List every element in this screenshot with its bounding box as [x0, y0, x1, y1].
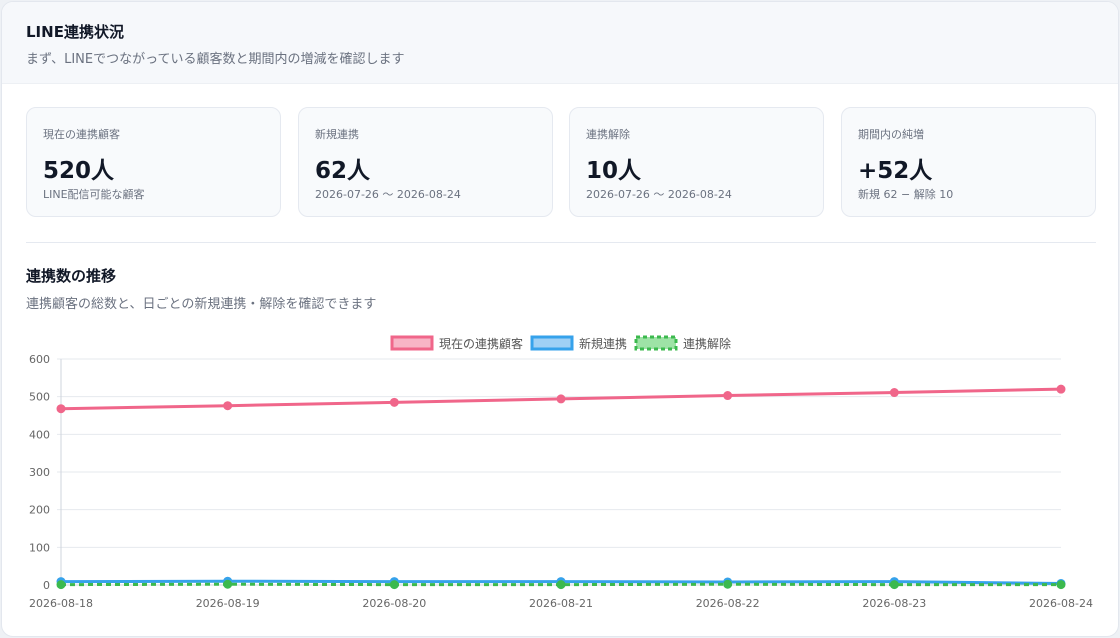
data-point[interactable]: [1056, 384, 1066, 394]
data-point[interactable]: [723, 391, 733, 401]
data-point[interactable]: [223, 579, 233, 589]
stats-row: 現在の連携顧客 520人 LINE配信可能な顧客 新規連携 62人 2026-0…: [26, 107, 1096, 217]
stat-value: 10人: [586, 158, 642, 184]
section-subtitle: 連携顧客の総数と、日ごとの新規連携・解除を確認できます: [26, 297, 377, 312]
y-tick-label: 400: [29, 428, 50, 441]
legend-swatch[interactable]: [634, 335, 678, 351]
stat-label: 連携解除: [586, 128, 630, 141]
stat-sub: 2026-07-26 〜 2026-08-24: [315, 188, 461, 201]
x-tick-label: 2026-08-21: [529, 597, 593, 610]
stat-card-net: 期間内の純増 +52人 新規 62 − 解除 10: [841, 107, 1096, 217]
stat-card-current: 現在の連携顧客 520人 LINE配信可能な顧客: [26, 107, 281, 217]
data-point[interactable]: [556, 580, 566, 590]
x-tick-label: 2026-08-19: [196, 597, 260, 610]
data-point[interactable]: [556, 394, 566, 404]
line-status-card: LINE連携状況 まず、LINEでつながっている顧客数と期間内の増減を確認します…: [1, 1, 1119, 637]
stat-sub: 新規 62 − 解除 10: [858, 188, 954, 201]
y-tick-label: 100: [29, 541, 50, 554]
y-tick-label: 200: [29, 504, 50, 517]
data-point[interactable]: [56, 404, 66, 414]
page-subtitle: まず、LINEでつながっている顧客数と期間内の増減を確認します: [26, 52, 405, 67]
y-tick-label: 600: [29, 353, 50, 366]
legend-label[interactable]: 現在の連携顧客: [439, 336, 523, 351]
section-title: 連携数の推移: [26, 267, 117, 285]
stat-card-new: 新規連携 62人 2026-07-26 〜 2026-08-24: [298, 107, 553, 217]
data-point[interactable]: [889, 580, 899, 590]
legend-swatch[interactable]: [530, 335, 574, 351]
data-point[interactable]: [389, 580, 399, 590]
data-point[interactable]: [889, 388, 899, 398]
x-tick-label: 2026-08-20: [362, 597, 426, 610]
y-tick-label: 500: [29, 391, 50, 404]
stat-value: 62人: [315, 158, 371, 184]
stat-label: 現在の連携顧客: [43, 128, 120, 141]
stat-value: +52人: [858, 158, 933, 184]
y-tick-label: 0: [43, 579, 50, 592]
legend-swatch[interactable]: [390, 335, 434, 351]
x-tick-label: 2026-08-22: [696, 597, 760, 610]
data-point[interactable]: [389, 397, 399, 407]
stat-sub: LINE配信可能な顧客: [43, 188, 145, 201]
stat-label: 新規連携: [315, 128, 359, 141]
stat-sub: 2026-07-26 〜 2026-08-24: [586, 188, 732, 201]
data-point[interactable]: [723, 579, 733, 589]
x-tick-label: 2026-08-23: [862, 597, 926, 610]
link-trend-chart: 0 100 200 300 400 500 600 2026-08-18 2026-08-19 2…: [29, 335, 1093, 610]
section-divider: [26, 242, 1096, 243]
x-tick-label: 2026-08-18: [29, 597, 93, 610]
data-point[interactable]: [56, 580, 66, 590]
stat-card-unlinked: 連携解除 10人 2026-07-26 〜 2026-08-24: [569, 107, 824, 217]
data-point[interactable]: [1056, 580, 1066, 590]
page-title: LINE連携状況: [26, 23, 124, 41]
data-point[interactable]: [223, 401, 233, 411]
y-tick-label: 300: [29, 466, 50, 479]
stat-label: 期間内の純増: [858, 128, 924, 141]
legend-label[interactable]: 連携解除: [683, 336, 731, 351]
legend-label[interactable]: 新規連携: [579, 336, 627, 351]
x-tick-label: 2026-08-24: [1029, 597, 1093, 610]
stat-value: 520人: [43, 158, 115, 184]
card-header: LINE連携状況 まず、LINEでつながっている顧客数と期間内の増減を確認します: [2, 2, 1118, 84]
